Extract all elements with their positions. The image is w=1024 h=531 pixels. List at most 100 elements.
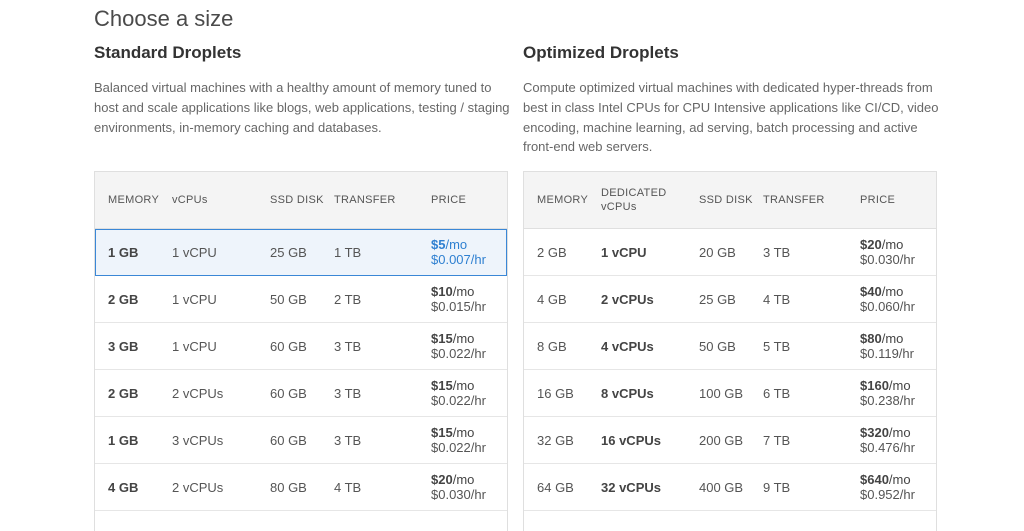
price-monthly-unit: /mo — [888, 472, 911, 487]
price-cell: $640/mo $0.952/hr — [860, 464, 915, 510]
optimized-size-row[interactable]: 64 GB 32 vCPUs 400 GB 9 TB $640/mo $0.952/hr — [524, 464, 936, 511]
header-price: PRICE — [860, 194, 896, 206]
standard-size-row[interactable]: 1 GB 1 vCPU 25 GB 1 TB $5/mo $0.007/hr — [95, 229, 507, 276]
transfer-cell: 5 TB — [763, 338, 791, 354]
price-hourly: $0.030/hr — [860, 252, 915, 267]
standard-size-row[interactable]: 3 GB 1 vCPU 60 GB 3 TB $15/mo $0.022/hr — [95, 323, 507, 370]
standard-droplets-description: Balanced virtual machines with a healthy… — [94, 80, 510, 135]
price-cell: $80/mo $0.119/hr — [860, 323, 914, 369]
header-vcpus-label: vCPUs — [601, 201, 637, 213]
price-monthly-amount: $15 — [431, 378, 453, 393]
optimized-size-row[interactable]: 8 GB 4 vCPUs 50 GB 5 TB $80/mo $0.119/hr — [524, 323, 936, 370]
price-monthly-amount: $40 — [860, 284, 882, 299]
standard-rows: 1 GB 1 vCPU 25 GB 1 TB $5/mo $0.007/hr 2 GB 1 v… — [95, 229, 507, 511]
memory-cell: 64 GB — [537, 479, 574, 495]
header-transfer: TRANSFER — [763, 194, 825, 206]
header-dedicated-label: DEDICATED — [601, 187, 667, 199]
price-hourly: $0.119/hr — [860, 346, 914, 361]
price-hourly: $0.022/hr — [431, 346, 486, 361]
price-monthly-amount: $5 — [431, 237, 446, 252]
price-cell: $15/mo $0.022/hr — [431, 370, 486, 416]
vcpu-cell: 8 vCPUs — [601, 385, 654, 401]
price-hourly: $0.952/hr — [860, 487, 915, 502]
price-monthly-amount: $15 — [431, 331, 453, 346]
transfer-cell: 7 TB — [763, 432, 791, 448]
transfer-cell: 3 TB — [334, 432, 362, 448]
price-monthly: $15/mo — [431, 378, 474, 393]
memory-cell: 8 GB — [537, 338, 567, 354]
price-monthly-amount: $20 — [431, 472, 453, 487]
price-monthly: $80/mo — [860, 331, 903, 346]
optimized-size-row[interactable]: 4 GB 2 vCPUs 25 GB 4 TB $40/mo $0.060/hr — [524, 276, 936, 323]
memory-cell: 32 GB — [537, 432, 574, 448]
vcpu-cell: 2 vCPUs — [601, 291, 654, 307]
memory-cell: 2 GB — [108, 385, 139, 401]
price-cell: $15/mo $0.022/hr — [431, 417, 486, 463]
price-monthly-unit: /mo — [881, 284, 904, 299]
transfer-cell: 9 TB — [763, 479, 791, 495]
price-monthly-amount: $320 — [860, 425, 889, 440]
ssd-disk-cell: 200 GB — [699, 432, 744, 448]
price-hourly: $0.060/hr — [860, 299, 915, 314]
price-monthly-amount: $15 — [431, 425, 453, 440]
optimized-size-table: MEMORY DEDICATED vCPUs SSD DISK TRANSFER… — [523, 171, 937, 531]
price-monthly-amount: $20 — [860, 237, 882, 252]
price-monthly: $640/mo — [860, 472, 911, 487]
ssd-disk-cell: 50 GB — [270, 291, 307, 307]
standard-size-row[interactable]: 2 GB 1 vCPU 50 GB 2 TB $10/mo $0.015/hr — [95, 276, 507, 323]
price-hourly: $0.015/hr — [431, 299, 486, 314]
optimized-rows: 2 GB 1 vCPU 20 GB 3 TB $20/mo $0.030/hr 4 GB 2 … — [524, 229, 936, 511]
price-hourly: $0.022/hr — [431, 440, 486, 455]
vcpu-cell: 1 vCPU — [172, 291, 217, 307]
memory-cell: 16 GB — [537, 385, 574, 401]
standard-size-row[interactable]: 4 GB 2 vCPUs 80 GB 4 TB $20/mo $0.030/hr — [95, 464, 507, 511]
standard-size-row[interactable]: 2 GB 2 vCPUs 60 GB 3 TB $15/mo $0.022/hr — [95, 370, 507, 417]
price-monthly-unit: /mo — [452, 472, 475, 487]
memory-cell: 1 GB — [108, 432, 139, 448]
price-monthly: $20/mo — [431, 472, 474, 487]
price-monthly-amount: $640 — [860, 472, 889, 487]
ssd-disk-cell: 25 GB — [699, 291, 736, 307]
standard-droplets-heading: Standard Droplets — [94, 43, 242, 62]
header-vcpus: vCPUs — [172, 194, 208, 206]
transfer-cell: 3 TB — [763, 244, 791, 260]
price-monthly-unit: /mo — [888, 425, 911, 440]
table-header: MEMORY DEDICATED vCPUs SSD DISK TRANSFER… — [524, 172, 936, 229]
price-hourly: $0.476/hr — [860, 440, 915, 455]
transfer-cell: 2 TB — [334, 291, 362, 307]
header-transfer: TRANSFER — [334, 194, 396, 206]
price-monthly-unit: /mo — [881, 331, 904, 346]
memory-cell: 4 GB — [108, 479, 139, 495]
price-cell: $20/mo $0.030/hr — [860, 229, 915, 275]
transfer-cell: 3 TB — [334, 385, 362, 401]
price-monthly-unit: /mo — [452, 331, 475, 346]
price-monthly-unit: /mo — [452, 378, 475, 393]
transfer-cell: 1 TB — [334, 244, 362, 260]
price-monthly-unit: /mo — [445, 237, 468, 252]
ssd-disk-cell: 100 GB — [699, 385, 744, 401]
price-monthly-unit: /mo — [888, 378, 911, 393]
standard-size-row[interactable]: 1 GB 3 vCPUs 60 GB 3 TB $15/mo $0.022/hr — [95, 417, 507, 464]
memory-cell: 1 GB — [108, 244, 139, 260]
price-monthly-unit: /mo — [452, 284, 475, 299]
ssd-disk-cell: 20 GB — [699, 244, 736, 260]
price-monthly: $160/mo — [860, 378, 911, 393]
price-monthly: $5/mo — [431, 237, 467, 252]
price-cell: $15/mo $0.022/hr — [431, 323, 486, 369]
price-cell: $160/mo $0.238/hr — [860, 370, 915, 416]
transfer-cell: 4 TB — [334, 479, 362, 495]
price-cell: $320/mo $0.476/hr — [860, 417, 915, 463]
price-monthly: $40/mo — [860, 284, 903, 299]
price-hourly: $0.007/hr — [431, 252, 486, 267]
optimized-size-row[interactable]: 16 GB 8 vCPUs 100 GB 6 TB $160/mo $0.238/hr — [524, 370, 936, 417]
page-title: Choose a size — [94, 6, 234, 31]
vcpu-cell: 2 vCPUs — [172, 479, 224, 495]
optimized-size-row[interactable]: 2 GB 1 vCPU 20 GB 3 TB $20/mo $0.030/hr — [524, 229, 936, 276]
optimized-size-row[interactable]: 32 GB 16 vCPUs 200 GB 7 TB $320/mo $0.476/hr — [524, 417, 936, 464]
vcpu-cell: 2 vCPUs — [172, 385, 224, 401]
transfer-cell: 4 TB — [763, 291, 791, 307]
price-monthly: $320/mo — [860, 425, 911, 440]
header-dedicated-vcpus: DEDICATED vCPUs — [601, 172, 666, 228]
price-cell: $40/mo $0.060/hr — [860, 276, 915, 322]
vcpu-cell: 1 vCPU — [172, 338, 217, 354]
